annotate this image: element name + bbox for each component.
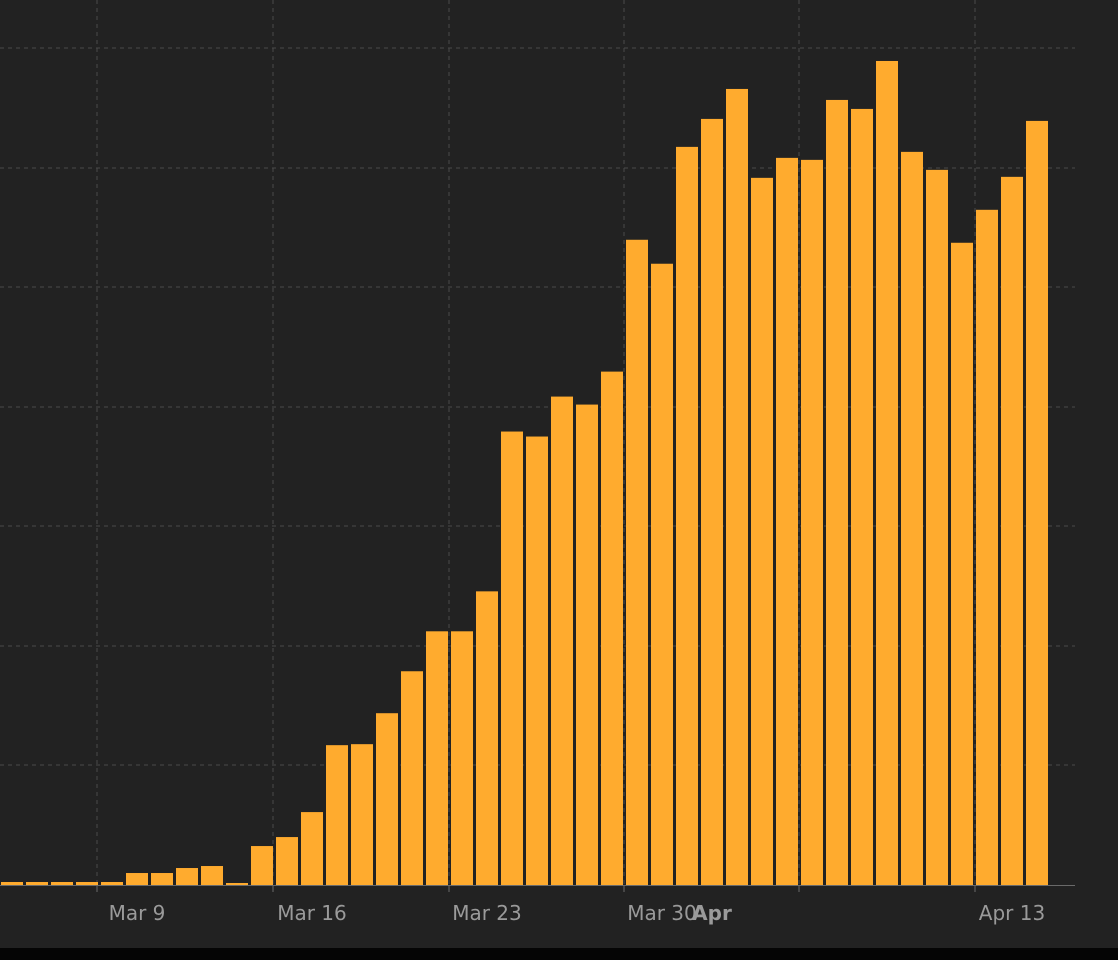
x-tick-label: Apr 13	[979, 901, 1045, 925]
bar[interactable]	[451, 631, 473, 885]
bar[interactable]	[476, 591, 498, 885]
bar[interactable]	[376, 713, 398, 885]
bar[interactable]	[251, 846, 273, 885]
bottom-edge	[0, 948, 1118, 960]
bar[interactable]	[601, 371, 623, 885]
bar[interactable]	[651, 263, 673, 885]
bar[interactable]	[1, 882, 23, 885]
bar[interactable]	[326, 745, 348, 885]
bar[interactable]	[951, 242, 973, 885]
bar[interactable]	[26, 882, 48, 885]
bar[interactable]	[726, 88, 748, 886]
bar[interactable]	[576, 404, 598, 885]
bar[interactable]	[551, 396, 573, 885]
bar[interactable]	[76, 882, 98, 885]
bar[interactable]	[226, 883, 248, 885]
bar[interactable]	[501, 431, 523, 885]
bar[interactable]	[126, 873, 148, 885]
bar[interactable]	[701, 118, 723, 886]
bar[interactable]	[401, 671, 423, 885]
bar[interactable]	[1001, 176, 1023, 885]
x-tick-label: Mar 30	[627, 901, 697, 925]
bar[interactable]	[101, 882, 123, 885]
bar[interactable]	[426, 631, 448, 885]
x-tick-label: Apr	[692, 901, 732, 925]
x-tick-label: Mar 9	[109, 901, 166, 925]
bar[interactable]	[301, 812, 323, 885]
bar[interactable]	[51, 882, 73, 885]
bar[interactable]	[851, 108, 873, 886]
bar[interactable]	[826, 99, 848, 885]
bar[interactable]	[976, 209, 998, 886]
bar[interactable]	[776, 157, 798, 885]
bar[interactable]	[751, 177, 773, 886]
chart-panel: Mar 9 Mar 16 Mar 23 Mar 30 Apr Apr 13	[0, 0, 1118, 948]
bar[interactable]	[276, 837, 298, 885]
bar[interactable]	[176, 868, 198, 885]
bar[interactable]	[926, 169, 948, 885]
bar[interactable]	[201, 866, 223, 885]
bar[interactable]	[151, 873, 173, 885]
bars	[1, 60, 1048, 886]
bar[interactable]	[351, 744, 373, 885]
bar-chart: Mar 9 Mar 16 Mar 23 Mar 30Apr Apr 13	[0, 0, 1075, 925]
bar[interactable]	[626, 239, 648, 885]
bar[interactable]	[876, 60, 898, 886]
x-axis: Mar 9 Mar 16 Mar 23 Mar 30Apr Apr 13	[0, 885, 1075, 925]
x-tick-label: Mar 16	[277, 901, 347, 925]
bar[interactable]	[526, 436, 548, 885]
bar[interactable]	[676, 146, 698, 885]
bar[interactable]	[901, 151, 923, 886]
bar[interactable]	[801, 159, 823, 886]
bar[interactable]	[1026, 120, 1048, 886]
x-tick-label: Mar 23	[452, 901, 522, 925]
